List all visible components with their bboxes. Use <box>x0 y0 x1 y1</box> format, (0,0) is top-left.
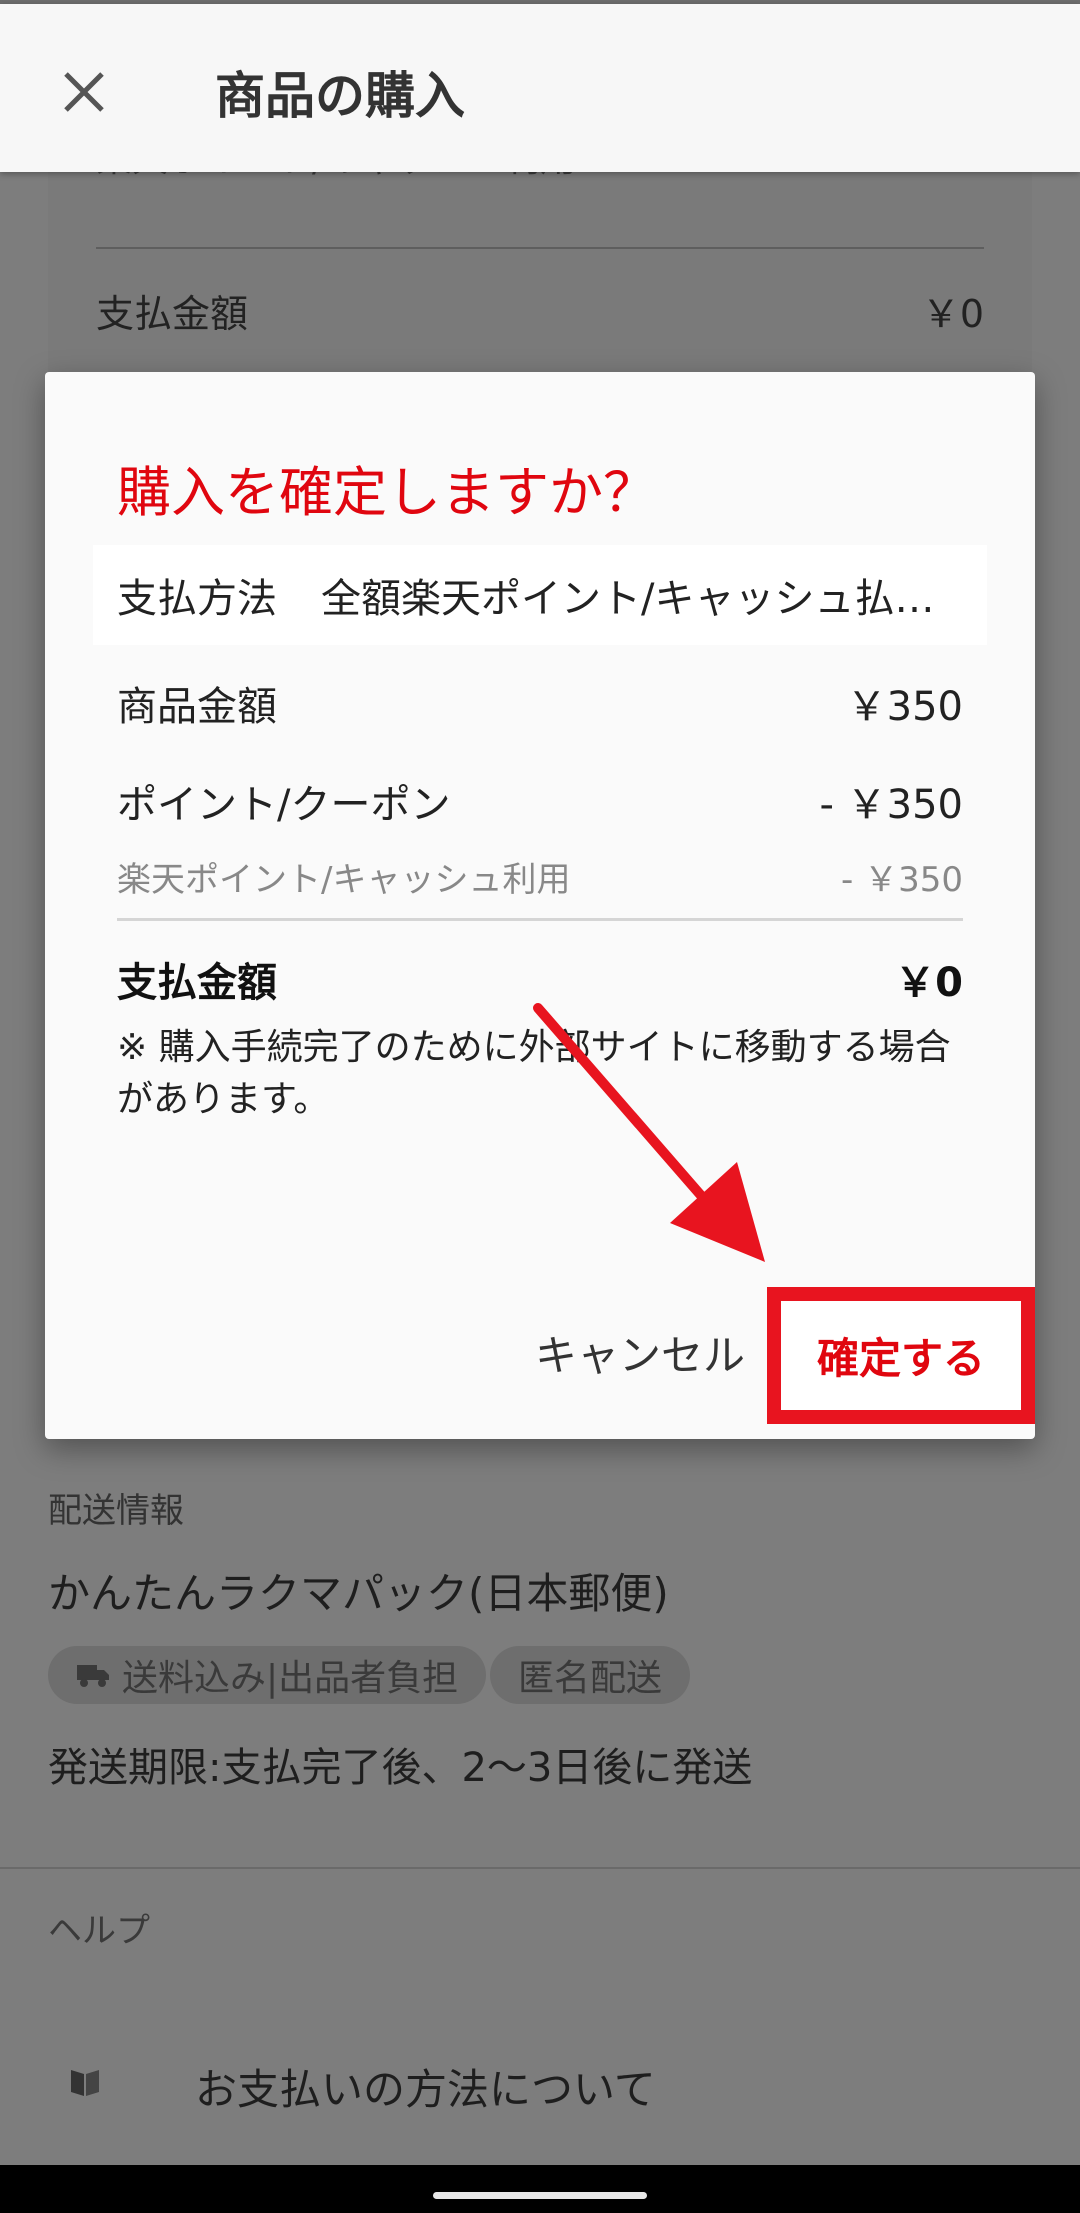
payment-total-row: 支払金額 ￥0 <box>117 950 963 1008</box>
truck-icon <box>77 1665 109 1687</box>
anonymous-shipping-label: 匿名配送 <box>518 1658 663 1699</box>
divider <box>96 247 984 249</box>
payment-total-value: ￥0 <box>895 960 963 1006</box>
payment-method-value: 全額楽天ポイント/キャッシュ払… <box>321 576 935 622</box>
total-value: ￥0 <box>921 292 984 336</box>
payment-total-label: 支払金額 <box>117 960 277 1006</box>
page-title: 商品の購入 <box>215 67 465 125</box>
anonymous-shipping-badge: 匿名配送 <box>490 1646 691 1704</box>
book-icon <box>71 2070 99 2096</box>
item-price-value: ￥350 <box>846 684 963 730</box>
payment-method-row: 支払方法 全額楽天ポイント/キャッシュ払… <box>93 545 987 645</box>
shipping-method: かんたんラクマパック(日本郵便) <box>48 1569 669 1618</box>
cancel-button[interactable]: キャンセル <box>535 1322 745 1383</box>
external-site-note: ※ 購入手続完了のために外部サイトに移動する場合があります。 <box>117 1027 951 1120</box>
home-gesture-handle[interactable] <box>433 2192 647 2199</box>
total-label: 支払金額 <box>96 292 249 336</box>
help-item-payment[interactable]: お支払いの方法について <box>0 2040 1080 2130</box>
dialog-title: 購入を確定しますか？ <box>117 461 657 524</box>
points-coupon-value: - ￥350 <box>819 782 964 828</box>
item-price-label: 商品金額 <box>117 684 277 730</box>
confirm-button-label: 確定する <box>816 1334 985 1383</box>
dialog-divider <box>117 918 963 921</box>
help-section-label: ヘルプ <box>48 1911 150 1951</box>
section-divider <box>0 1867 1080 1869</box>
purchase-confirm-dialog: 購入を確定しますか？ 支払方法 全額楽天ポイント/キャッシュ払… 商品金額 ￥3… <box>45 372 1035 1439</box>
points-detail-label: 楽天ポイント/キャッシュ利用 <box>117 860 571 900</box>
close-button[interactable] <box>52 60 116 124</box>
navigation-bar <box>0 2165 1080 2213</box>
points-coupon-label: ポイント/クーポン <box>117 782 451 828</box>
close-icon <box>64 72 104 112</box>
help-item-label: お支払いの方法について <box>195 2065 656 2114</box>
shipping-section-label: 配送情報 <box>48 1491 184 1531</box>
points-coupon-row: ポイント/クーポン - ￥350 <box>117 772 963 830</box>
points-detail-row: 楽天ポイント/キャッシュ利用 - ￥350 <box>117 852 963 901</box>
confirm-button[interactable]: 確定する <box>767 1287 1035 1424</box>
app-bar: 商品の購入 <box>0 4 1080 172</box>
shipping-fee-badge: 送料込み|出品者負担 <box>48 1646 487 1704</box>
item-price-row: 商品金額 ￥350 <box>117 674 963 732</box>
shipping-fee-label: 送料込み|出品者負担 <box>122 1658 459 1699</box>
payment-method-label: 支払方法 <box>117 576 277 622</box>
total-row: 支払金額 ￥0 <box>96 283 984 338</box>
shipping-deadline: 発送期限:支払完了後、2〜3日後に発送 <box>48 1745 753 1791</box>
points-detail-value: - ￥350 <box>841 860 963 900</box>
